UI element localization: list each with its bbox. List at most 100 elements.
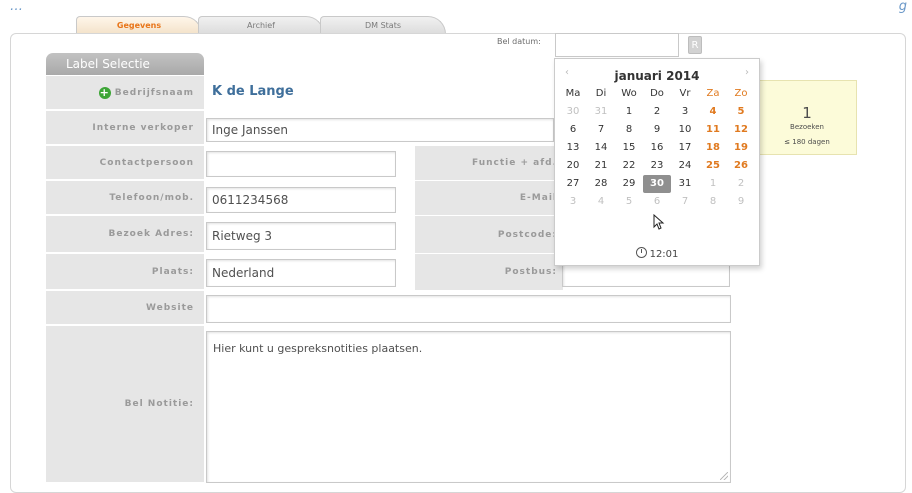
datepicker-day[interactable]: 24 <box>671 157 699 175</box>
datepicker-day[interactable]: 9 <box>643 121 671 139</box>
website-label: Website <box>46 291 204 325</box>
datepicker-day[interactable]: 10 <box>671 121 699 139</box>
weekday-header: Zo <box>734 88 748 99</box>
datepicker-day[interactable]: 1 <box>615 103 643 121</box>
clock-icon <box>635 247 647 258</box>
datepicker-title: januari 2014 <box>614 69 700 83</box>
visits-label: Bezoeken <box>790 123 824 131</box>
datepicker-day[interactable]: 2 <box>727 175 755 193</box>
datepicker-day[interactable]: 2 <box>643 103 671 121</box>
datepicker-day[interactable]: 21 <box>587 157 615 175</box>
bel-notitie-text: Hier kunt u gespreksnotities plaatsen. <box>213 342 423 355</box>
tab-dm-stats[interactable]: DM Stats <box>320 16 446 34</box>
datepicker-day[interactable]: 30 <box>643 175 671 193</box>
datepicker-day[interactable]: 26 <box>727 157 755 175</box>
datepicker-weekdays: Ma Di Wo Do Vr Za Zo <box>559 85 755 103</box>
bedrijfsnaam-label-text: Bedrijfsnaam <box>114 87 194 98</box>
tab-archief[interactable]: Archief <box>198 16 324 34</box>
bel-datum-input[interactable] <box>555 33 679 57</box>
next-month-icon[interactable]: › <box>745 67 749 78</box>
datepicker-day[interactable]: 31 <box>671 175 699 193</box>
datepicker-week: 27 28 29 30 31 1 2 <box>559 175 755 193</box>
datepicker-week: 13 14 15 16 17 18 19 <box>559 139 755 157</box>
visits-count: 1 <box>802 104 812 122</box>
datepicker-day[interactable]: 5 <box>727 103 755 121</box>
datepicker-day[interactable]: 7 <box>671 193 699 211</box>
plus-circle-icon[interactable]: + <box>98 86 111 99</box>
datepicker-day[interactable]: 6 <box>559 121 587 139</box>
datepicker-day[interactable]: 27 <box>559 175 587 193</box>
datepicker-day[interactable]: 3 <box>671 103 699 121</box>
datepicker-day[interactable]: 15 <box>615 139 643 157</box>
bel-notitie-textarea[interactable]: Hier kunt u gespreksnotities plaatsen. <box>206 331 731 483</box>
datepicker-day[interactable]: 6 <box>643 193 671 211</box>
tab-gegevens[interactable]: Gegevens <box>76 16 202 34</box>
weekday-header: Ma <box>565 88 581 99</box>
weekday-header: Di <box>595 88 607 99</box>
visits-box: 1 Bezoeken ≤ 180 dagen <box>757 80 857 155</box>
resize-grip-icon[interactable] <box>720 472 728 480</box>
functie-label: Functie + afd. <box>415 146 563 180</box>
telefoon-label: Telefoon/mob. <box>46 181 204 215</box>
datepicker-day[interactable]: 16 <box>643 139 671 157</box>
bezoek-adres-field[interactable]: Rietweg 3 <box>206 222 396 250</box>
datepicker-day[interactable]: 13 <box>559 139 587 157</box>
datepicker-day[interactable]: 28 <box>587 175 615 193</box>
website-field[interactable] <box>206 295 731 323</box>
datepicker-day[interactable]: 1 <box>699 175 727 193</box>
datepicker-day[interactable]: 8 <box>615 121 643 139</box>
bel-datum-label: Bel datum: <box>497 37 541 46</box>
datepicker-day[interactable]: 4 <box>699 103 727 121</box>
datepicker-day[interactable]: 31 <box>587 103 615 121</box>
datepicker-day[interactable]: 17 <box>671 139 699 157</box>
datepicker-day[interactable]: 22 <box>615 157 643 175</box>
datepicker-day[interactable]: 5 <box>615 193 643 211</box>
interne-verkoper-field[interactable]: Inge Janssen <box>206 118 554 142</box>
telefoon-field[interactable]: 0611234568 <box>206 187 396 213</box>
datepicker-day[interactable]: 25 <box>699 157 727 175</box>
datepicker-day[interactable]: 12 <box>727 121 755 139</box>
plaats-label: Plaats: <box>46 254 204 290</box>
datepicker-time-value: 12:01 <box>649 249 679 260</box>
datepicker-day[interactable]: 9 <box>727 193 755 211</box>
datepicker-day[interactable]: 11 <box>699 121 727 139</box>
label-selectie-header[interactable]: Label Selectie <box>46 53 204 75</box>
weekday-header: Za <box>706 88 720 99</box>
contactpersoon-field[interactable] <box>206 151 396 177</box>
visits-period: ≤ 180 dagen <box>784 138 830 146</box>
datepicker-day[interactable]: 7 <box>587 121 615 139</box>
postcode-label: Postcode: <box>415 216 563 253</box>
weekday-header: Vr <box>679 88 691 99</box>
datepicker-popup: ‹ januari 2014 › Ma Di Wo Do Vr Za Zo 30 31 1 2 3 4 5… <box>554 58 760 266</box>
plaats-field[interactable]: Nederland <box>206 259 396 287</box>
interne-verkoper-label: Interne verkoper <box>46 111 204 145</box>
datepicker-day[interactable]: 19 <box>727 139 755 157</box>
bedrijfsnaam-label: + Bedrijfsnaam <box>46 76 204 110</box>
top-right-fragment: g <box>898 0 907 14</box>
bezoek-adres-label: Bezoek Adres: <box>46 216 204 253</box>
datepicker-week: 30 31 1 2 3 4 5 <box>559 103 755 121</box>
datepicker-day[interactable]: 4 <box>587 193 615 211</box>
bel-datum-reset-button[interactable]: R <box>688 36 702 54</box>
datepicker-day[interactable]: 18 <box>699 139 727 157</box>
datepicker-header: ‹ januari 2014 › <box>555 63 759 85</box>
weekday-header: Do <box>650 88 664 99</box>
datepicker-day[interactable]: 30 <box>559 103 587 121</box>
datepicker-grid: Ma Di Wo Do Vr Za Zo 30 31 1 2 3 4 5 6 7 8 9 10 11 12 13 14 15 1… <box>559 85 755 211</box>
datepicker-week: 20 21 22 23 24 25 26 <box>559 157 755 175</box>
datepicker-day[interactable]: 8 <box>699 193 727 211</box>
email-label: E-Mail <box>415 181 563 215</box>
datepicker-day[interactable]: 3 <box>559 193 587 211</box>
datepicker-day[interactable]: 20 <box>559 157 587 175</box>
bel-notitie-label: Bel Notitie: <box>46 326 204 483</box>
datepicker-week: 3456789 <box>559 193 755 211</box>
mouse-cursor-icon <box>653 214 665 230</box>
datepicker-day[interactable]: 29 <box>615 175 643 193</box>
company-name: K de Lange <box>212 84 294 99</box>
contactpersoon-label: Contactpersoon <box>46 146 204 180</box>
datepicker-time[interactable]: 12:01 <box>555 247 759 260</box>
weekday-header: Wo <box>621 88 637 99</box>
datepicker-day[interactable]: 23 <box>643 157 671 175</box>
datepicker-day[interactable]: 14 <box>587 139 615 157</box>
top-ellipsis: … <box>10 0 23 14</box>
